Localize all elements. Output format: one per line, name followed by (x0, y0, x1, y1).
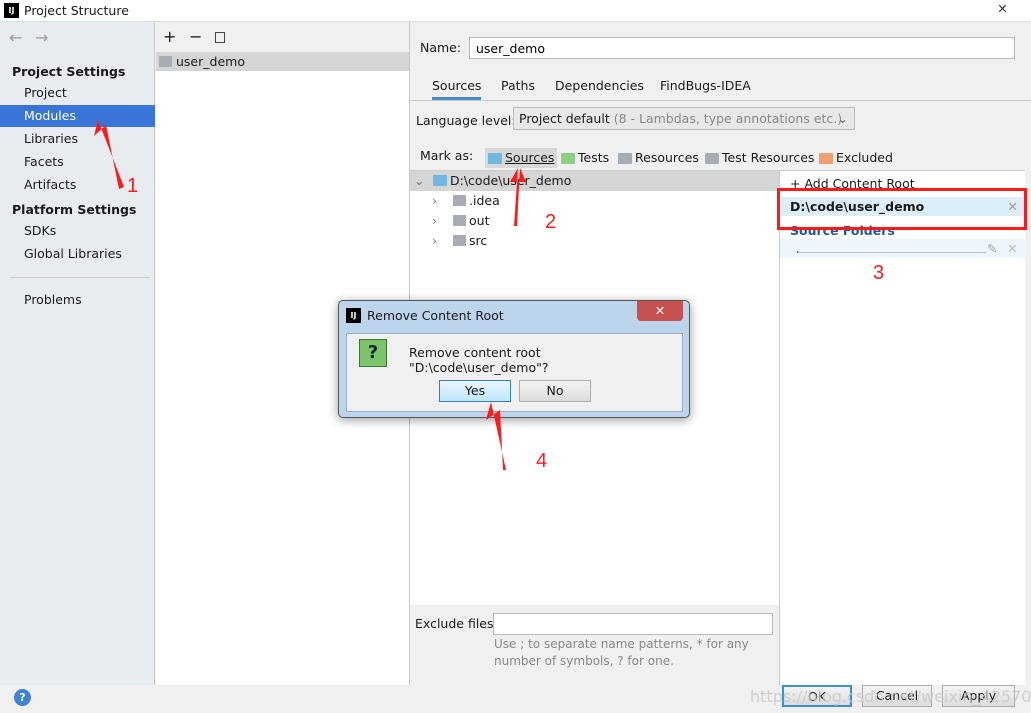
annotation-arrow-4 (486, 402, 506, 470)
annotation-number-1: 1 (127, 175, 139, 197)
annotation-number-3: 3 (873, 262, 885, 284)
annotation-number-4: 4 (536, 450, 548, 472)
annotation-number-2: 2 (545, 211, 557, 233)
annotation-arrow-2 (510, 168, 526, 226)
annotation-arrow-1 (94, 120, 124, 189)
annotation-arrows (94, 120, 526, 470)
